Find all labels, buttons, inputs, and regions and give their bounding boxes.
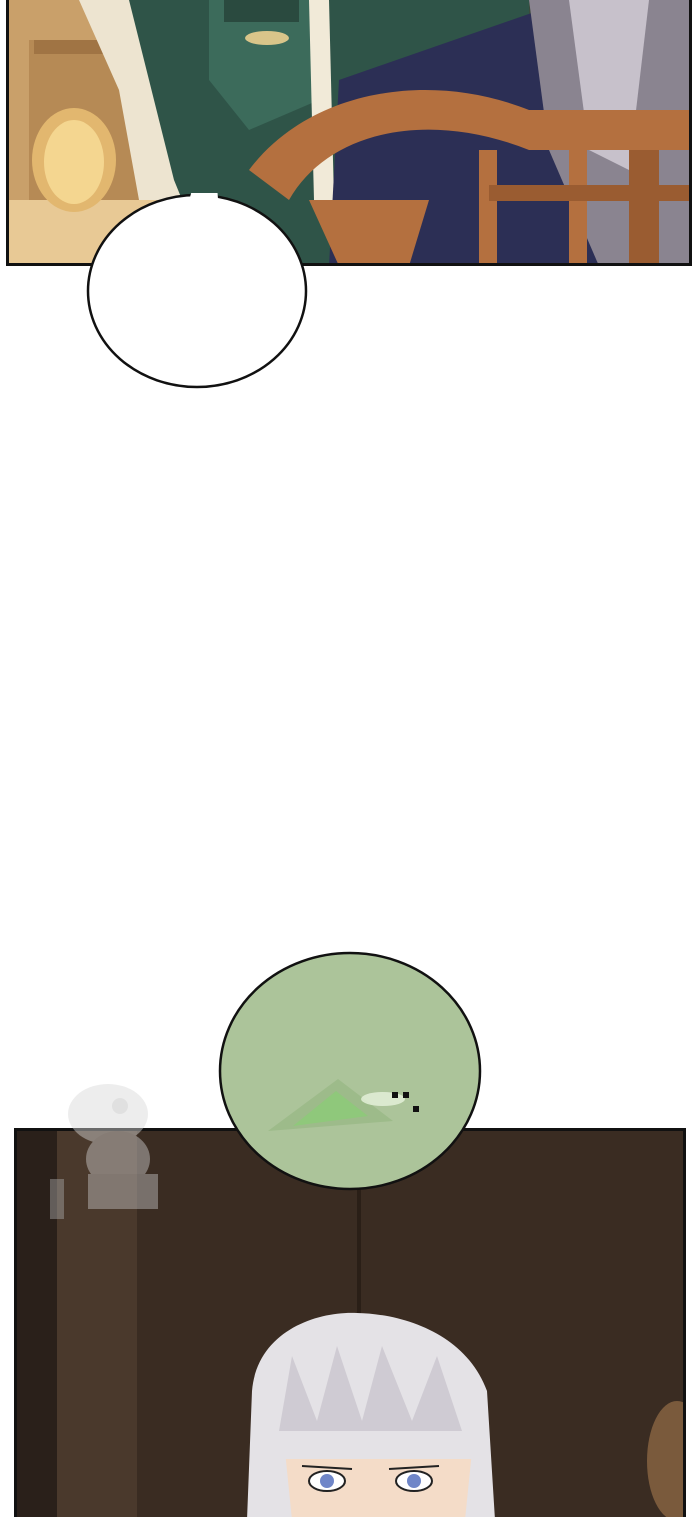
watermark-logo: [50, 1084, 158, 1219]
speech-bubble: [86, 193, 308, 389]
sfx-thought-bubble: [218, 951, 482, 1191]
